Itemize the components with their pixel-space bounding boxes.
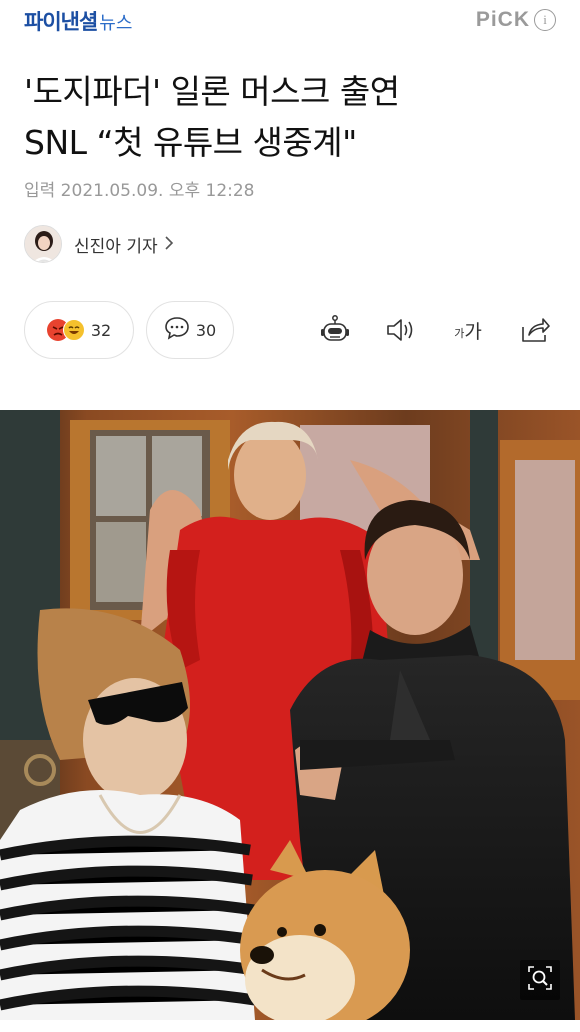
reporter-avatar: [24, 225, 62, 263]
headline-line-1: '도지파더' 일론 머스크 출연: [24, 72, 400, 111]
laugh-emoji-icon: [62, 319, 85, 341]
top-bar: 파이낸셜 뉴스 PiCK i: [0, 0, 580, 44]
comment-count: 30: [195, 320, 217, 340]
reporter-link[interactable]: 신진아 기자: [24, 224, 174, 264]
share-icon[interactable]: [518, 313, 552, 347]
image-zoom-button[interactable]: [520, 960, 560, 1000]
reporter-name: 신진아 기자: [74, 236, 158, 257]
font-size-icon[interactable]: 가가: [448, 313, 488, 347]
logo-main-text: 파이낸셜: [24, 10, 98, 34]
reaction-button[interactable]: 32: [24, 301, 134, 359]
info-icon[interactable]: i: [534, 9, 556, 31]
publish-date: 입력 2021.05.09. 오후 12:28: [24, 181, 255, 201]
pick-badge[interactable]: PiCK i: [476, 8, 556, 32]
comment-button[interactable]: 30: [146, 301, 234, 359]
article-action-bar: 32 30 가가: [24, 301, 556, 359]
reaction-count: 32: [90, 320, 112, 340]
headline-line-2: SNL “첫 유튜브 생중계": [24, 123, 357, 162]
speaker-icon[interactable]: [384, 313, 418, 347]
publisher-logo[interactable]: 파이낸셜 뉴스: [24, 6, 132, 36]
chevron-right-icon: [164, 235, 174, 254]
comment-icon: [164, 316, 190, 344]
font-size-small-label: 가: [454, 327, 465, 340]
pick-label: PiCK: [475, 8, 530, 31]
zoom-search-icon: [527, 965, 553, 995]
font-size-large-label: 가: [464, 320, 482, 343]
article-photo[interactable]: [0, 410, 580, 1020]
logo-sub-text: 뉴스: [99, 13, 133, 34]
robot-summary-icon[interactable]: [318, 313, 352, 347]
article-headline: '도지파더' 일론 머스크 출연 SNL “첫 유튜브 생중계": [24, 66, 564, 168]
article-photo-illustration: [0, 410, 580, 1020]
